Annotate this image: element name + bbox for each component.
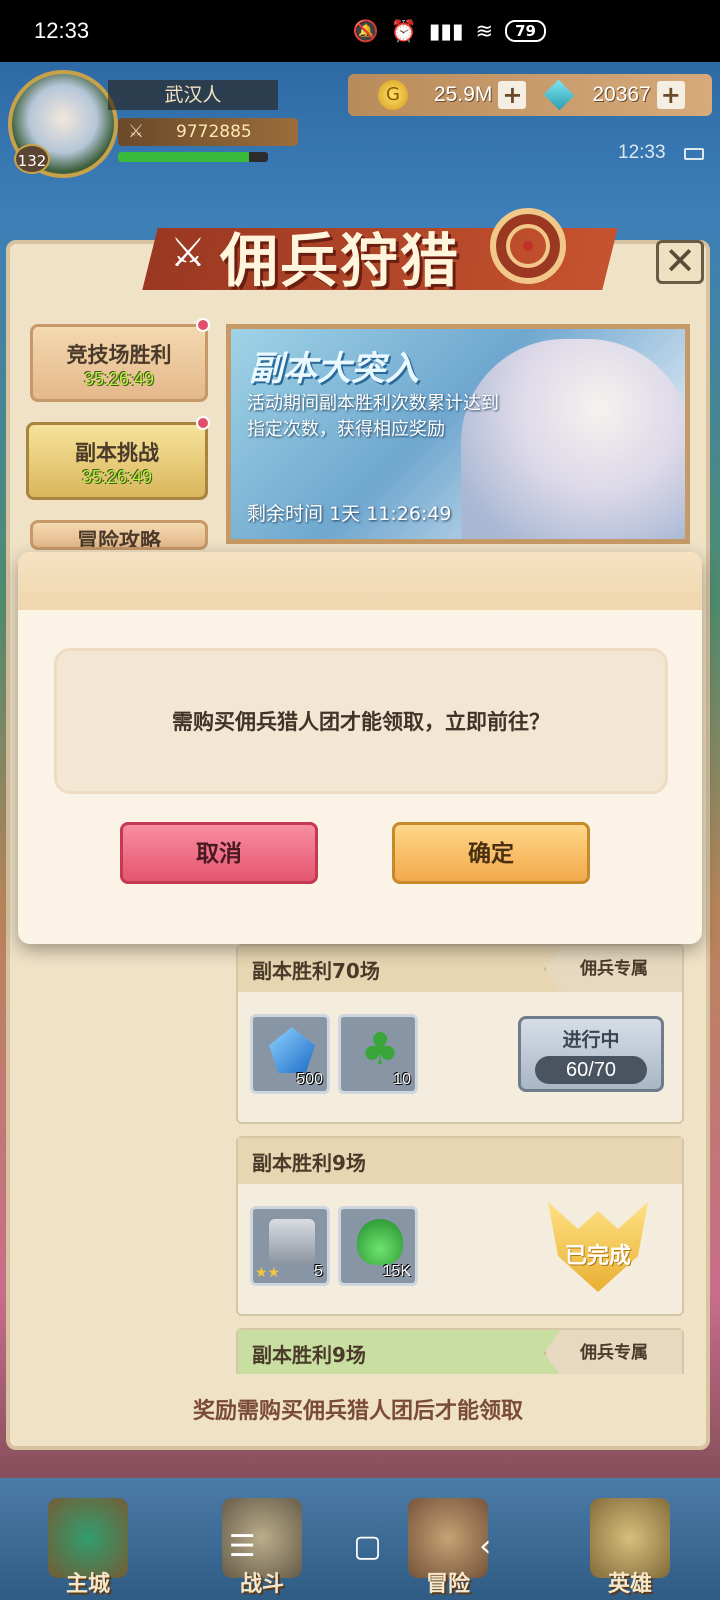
status-bar: 12:33 🔕 ⏰ ▮▮▮ ≋ 79: [0, 0, 720, 62]
status-icons: 🔕 ⏰ ▮▮▮ ≋ 79: [353, 19, 546, 44]
confirm-dialog: 需购买佣兵猎人团才能领取，立即前往？ 取消 确定: [18, 552, 702, 944]
cancel-button[interactable]: 取消: [120, 822, 318, 884]
wifi-icon: ≋: [475, 19, 494, 43]
mute-icon: 🔕: [352, 18, 379, 43]
status-time: 12:33: [34, 18, 90, 43]
alarm-icon: ⏰: [390, 18, 417, 43]
confirm-button[interactable]: 确定: [392, 822, 590, 884]
dialog-message: 需购买佣兵猎人团才能领取，立即前往？: [54, 648, 668, 794]
dialog-header: [18, 552, 702, 610]
battery-icon: 79: [505, 20, 546, 42]
signal-icon: ▮▮▮: [428, 19, 464, 43]
